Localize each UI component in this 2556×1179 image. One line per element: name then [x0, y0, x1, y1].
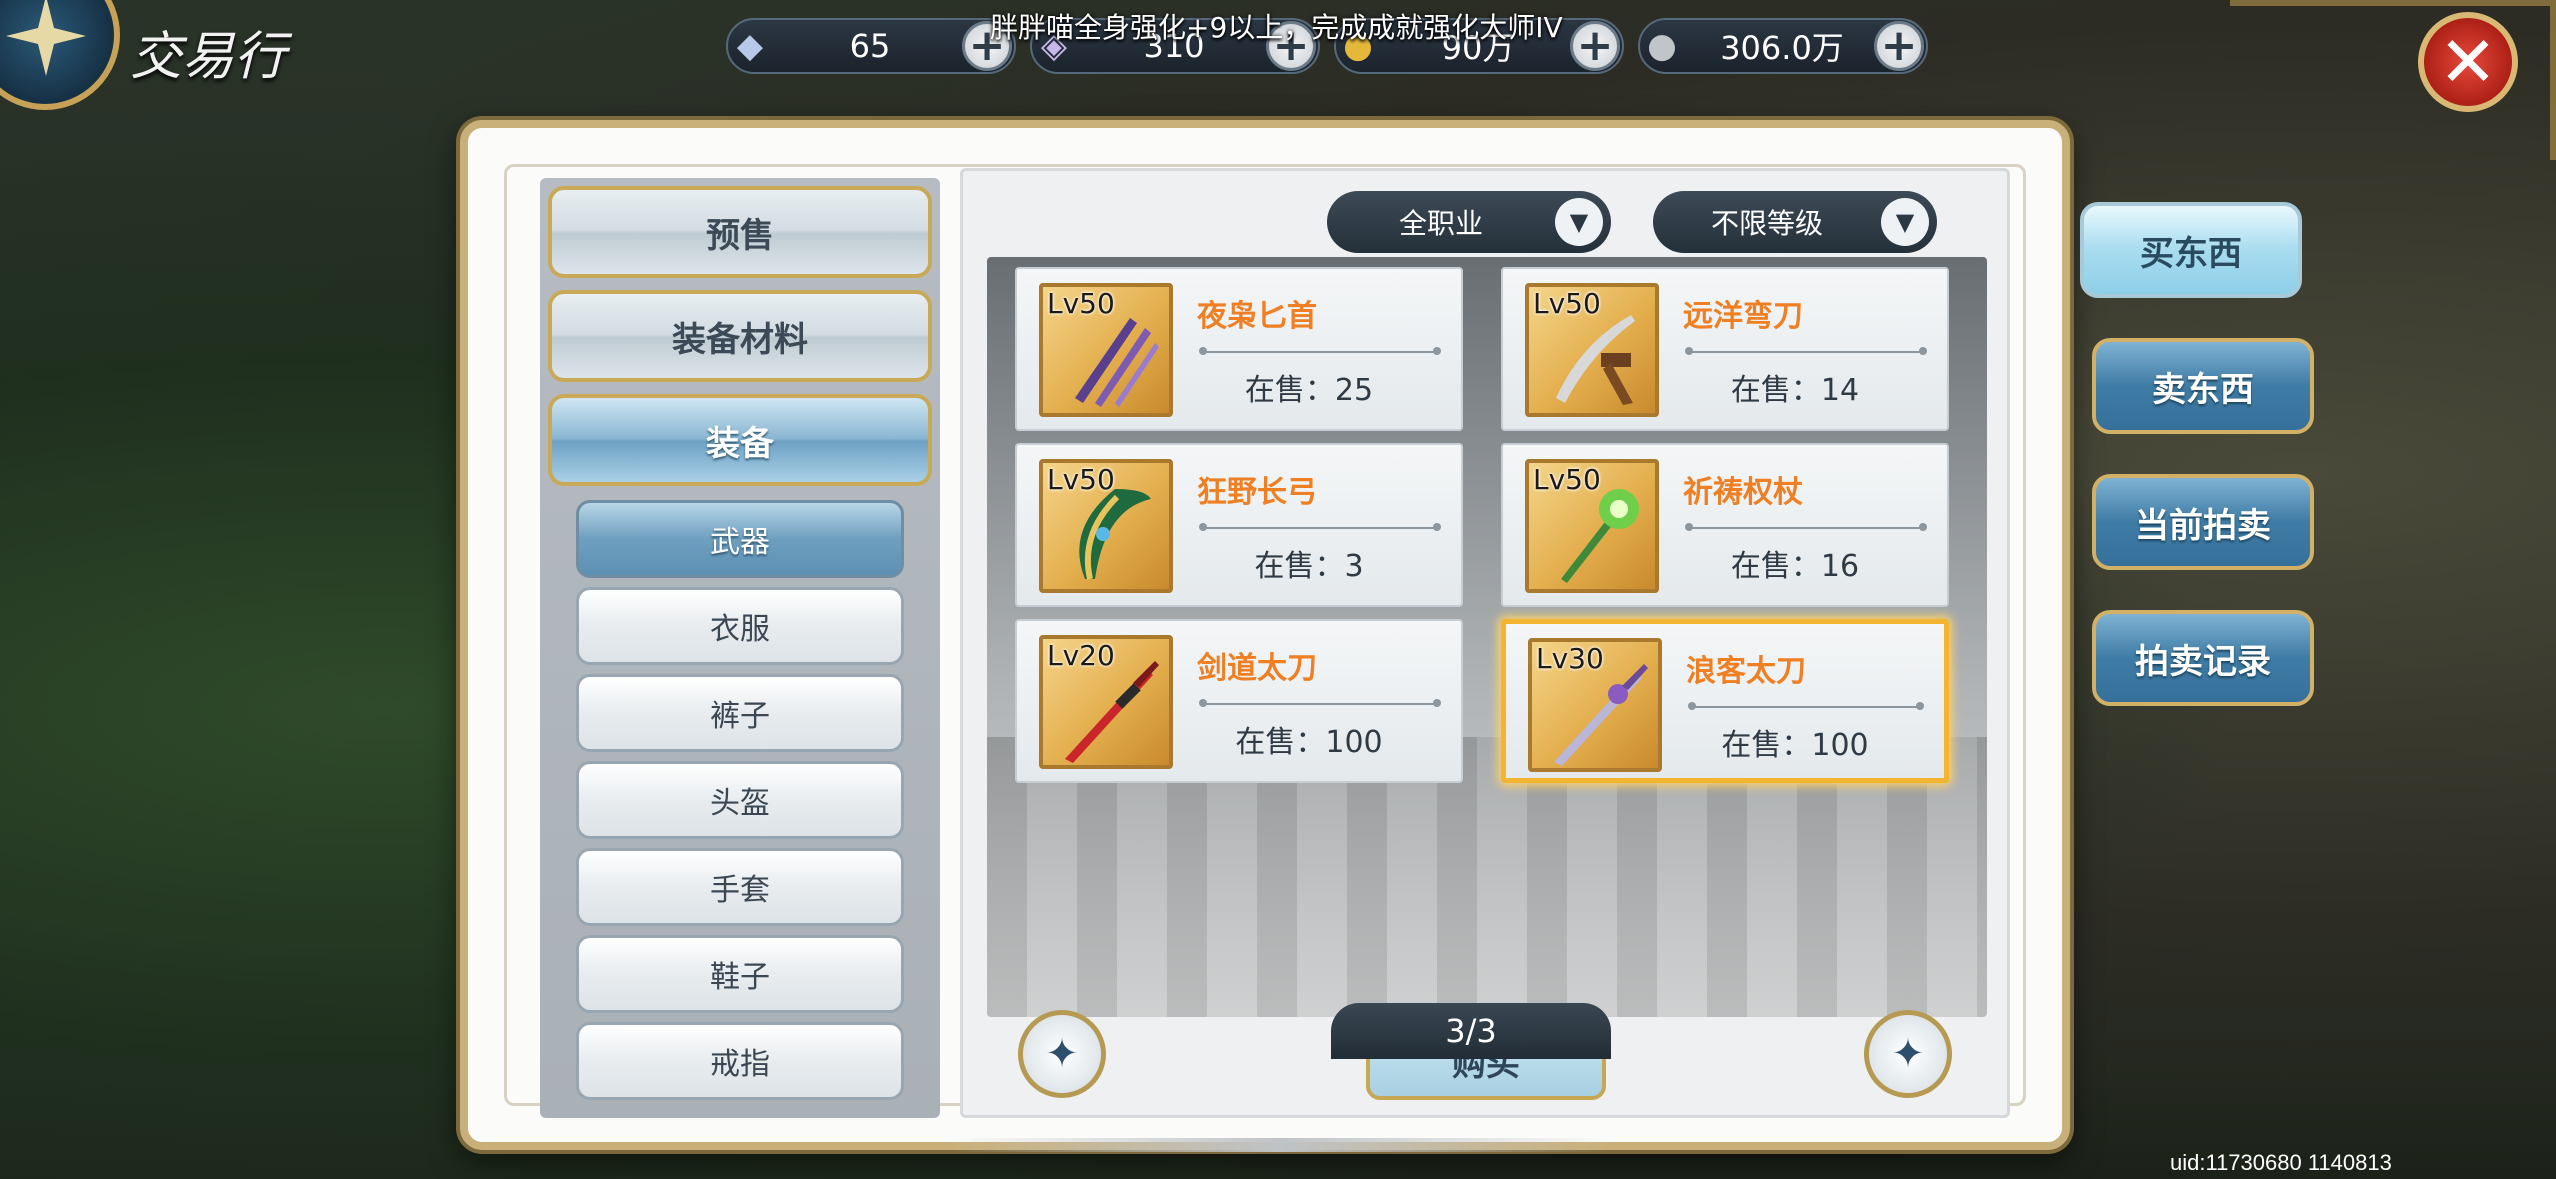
item-list-area: 全职业 ▼ 不限等级 ▼ Lv50 夜枭匕首 在售：25 Lv50 远洋弯刀 在…: [960, 168, 2010, 1118]
item-card[interactable]: Lv50 祈祷权杖 在售：16: [1501, 443, 1949, 607]
arrow-right-icon: ✦: [1891, 1031, 1925, 1077]
item-stock: 在售：3: [1254, 549, 1364, 584]
item-stock: 在售：14: [1730, 373, 1860, 408]
divider: [1199, 347, 1441, 355]
next-page-button[interactable]: ✦: [1864, 1010, 1952, 1098]
divider: [1685, 347, 1927, 355]
divider: [1685, 523, 1927, 531]
arrow-left-icon: ✦: [1045, 1031, 1079, 1077]
subcategory-label: 裤子: [710, 699, 770, 734]
item-level: Lv20: [1047, 639, 1115, 672]
item-name: 祈祷权杖: [1683, 475, 1803, 510]
subcategory-label: 手套: [710, 873, 770, 908]
divider: [1199, 699, 1441, 707]
category-equipment-materials[interactable]: 装备材料: [548, 290, 932, 382]
tab-buy[interactable]: 买东西: [2080, 202, 2302, 298]
subcategory-label: 鞋子: [710, 960, 770, 995]
close-button[interactable]: ✕: [2418, 12, 2518, 112]
level-filter-dropdown[interactable]: 不限等级 ▼: [1653, 191, 1937, 253]
item-card[interactable]: Lv50 狂野长弓 在售：3: [1015, 443, 1463, 607]
category-menu: 预售 装备材料 装备 武器 衣服 裤子 头盔 手套 鞋子 戒指: [540, 178, 940, 1118]
tab-label: 当前拍卖: [2135, 505, 2271, 546]
currency-silver: ● 306.0万 +: [1638, 18, 1928, 74]
category-label: 装备材料: [672, 319, 808, 360]
close-icon: ✕: [2438, 21, 2498, 103]
class-filter-dropdown[interactable]: 全职业 ▼: [1327, 191, 1611, 253]
system-notice: 胖胖喵全身强化+9以上，完成成就强化大师IV: [990, 11, 1563, 44]
add-gold-button[interactable]: +: [1570, 21, 1620, 71]
subcategory-pants[interactable]: 裤子: [576, 674, 904, 752]
tab-sell[interactable]: 卖东西: [2092, 338, 2314, 434]
tab-label: 卖东西: [2152, 369, 2254, 410]
ronin-katana-icon: Lv30: [1528, 638, 1662, 772]
tab-label: 拍卖记录: [2135, 641, 2271, 682]
subcategory-label: 武器: [710, 525, 770, 560]
longbow-icon: Lv50: [1039, 459, 1173, 593]
item-name: 狂野长弓: [1197, 475, 1317, 510]
item-stock: 在售：100: [1721, 728, 1869, 763]
subcategory-weapon[interactable]: 武器: [576, 500, 904, 578]
category-equipment[interactable]: 装备: [548, 394, 932, 486]
subcategory-label: 戒指: [710, 1047, 770, 1082]
add-silver-button[interactable]: +: [1874, 21, 1924, 71]
item-level: Lv50: [1533, 463, 1601, 496]
item-card[interactable]: Lv50 远洋弯刀 在售：14: [1501, 267, 1949, 431]
item-stock: 在售：100: [1235, 725, 1383, 760]
crystal-icon: ◆: [736, 26, 764, 66]
subcategory-label: 衣服: [710, 612, 770, 647]
item-name: 夜枭匕首: [1197, 299, 1317, 334]
item-name: 浪客太刀: [1686, 654, 1806, 689]
dropdown-value: 全职业: [1398, 207, 1483, 240]
tab-auction-history[interactable]: 拍卖记录: [2092, 610, 2314, 706]
previous-page-button[interactable]: ✦: [1018, 1010, 1106, 1098]
item-level: Lv50: [1533, 287, 1601, 320]
compass-emblem-icon: [0, 0, 120, 110]
subcategory-ring[interactable]: 戒指: [576, 1022, 904, 1100]
user-id: uid:11730680 1140813: [2170, 1150, 2392, 1175]
page-number: 3/3: [1445, 1012, 1497, 1050]
currency-value: 65: [849, 27, 891, 65]
katana-icon: Lv20: [1039, 635, 1173, 769]
scimitar-icon: Lv50: [1525, 283, 1659, 417]
item-card-selected[interactable]: Lv30 浪客太刀 在售：100: [1501, 619, 1949, 783]
tab-label: 买东西: [2140, 233, 2242, 274]
subcategory-shoes[interactable]: 鞋子: [576, 935, 904, 1013]
subcategory-gloves[interactable]: 手套: [576, 848, 904, 926]
dagger-icon: Lv50: [1039, 283, 1173, 417]
item-stock: 在售：25: [1244, 373, 1374, 408]
scepter-icon: Lv50: [1525, 459, 1659, 593]
category-label: 预售: [706, 215, 774, 256]
item-level: Lv50: [1047, 287, 1115, 320]
chevron-down-icon: ▼: [1555, 198, 1603, 246]
divider: [1688, 702, 1924, 710]
chevron-down-icon: ▼: [1881, 198, 1929, 246]
subcategory-label: 头盔: [710, 786, 770, 821]
category-label: 装备: [706, 423, 774, 464]
item-name: 剑道太刀: [1197, 651, 1317, 686]
currency-crystal: ◆ 65 +: [726, 18, 1016, 74]
dropdown-value: 不限等级: [1710, 207, 1823, 240]
item-stock: 在售：16: [1730, 549, 1860, 584]
page-indicator: 3/3: [1331, 1003, 1611, 1059]
divider: [1199, 523, 1441, 531]
item-level: Lv30: [1536, 642, 1604, 675]
bottom-handle: [950, 1138, 1610, 1152]
item-level: Lv50: [1047, 463, 1115, 496]
category-presale[interactable]: 预售: [548, 186, 932, 278]
subcategory-helmet[interactable]: 头盔: [576, 761, 904, 839]
subcategory-clothes[interactable]: 衣服: [576, 587, 904, 665]
silver-coin-icon: ●: [1647, 26, 1677, 66]
item-name: 远洋弯刀: [1683, 299, 1803, 334]
currency-value: 306.0万: [1720, 29, 1844, 67]
item-card[interactable]: Lv50 夜枭匕首 在售：25: [1015, 267, 1463, 431]
item-grid: Lv50 夜枭匕首 在售：25 Lv50 远洋弯刀 在售：14 Lv50 狂野长…: [987, 257, 1987, 1017]
item-card[interactable]: Lv20 剑道太刀 在售：100: [1015, 619, 1463, 783]
page-title: 交易行: [130, 27, 287, 87]
trade-panel: 预售 装备材料 装备 武器 衣服 裤子 头盔 手套 鞋子 戒指 全职业 ▼ 不限…: [460, 120, 2070, 1150]
tab-current-auction[interactable]: 当前拍卖: [2092, 474, 2314, 570]
